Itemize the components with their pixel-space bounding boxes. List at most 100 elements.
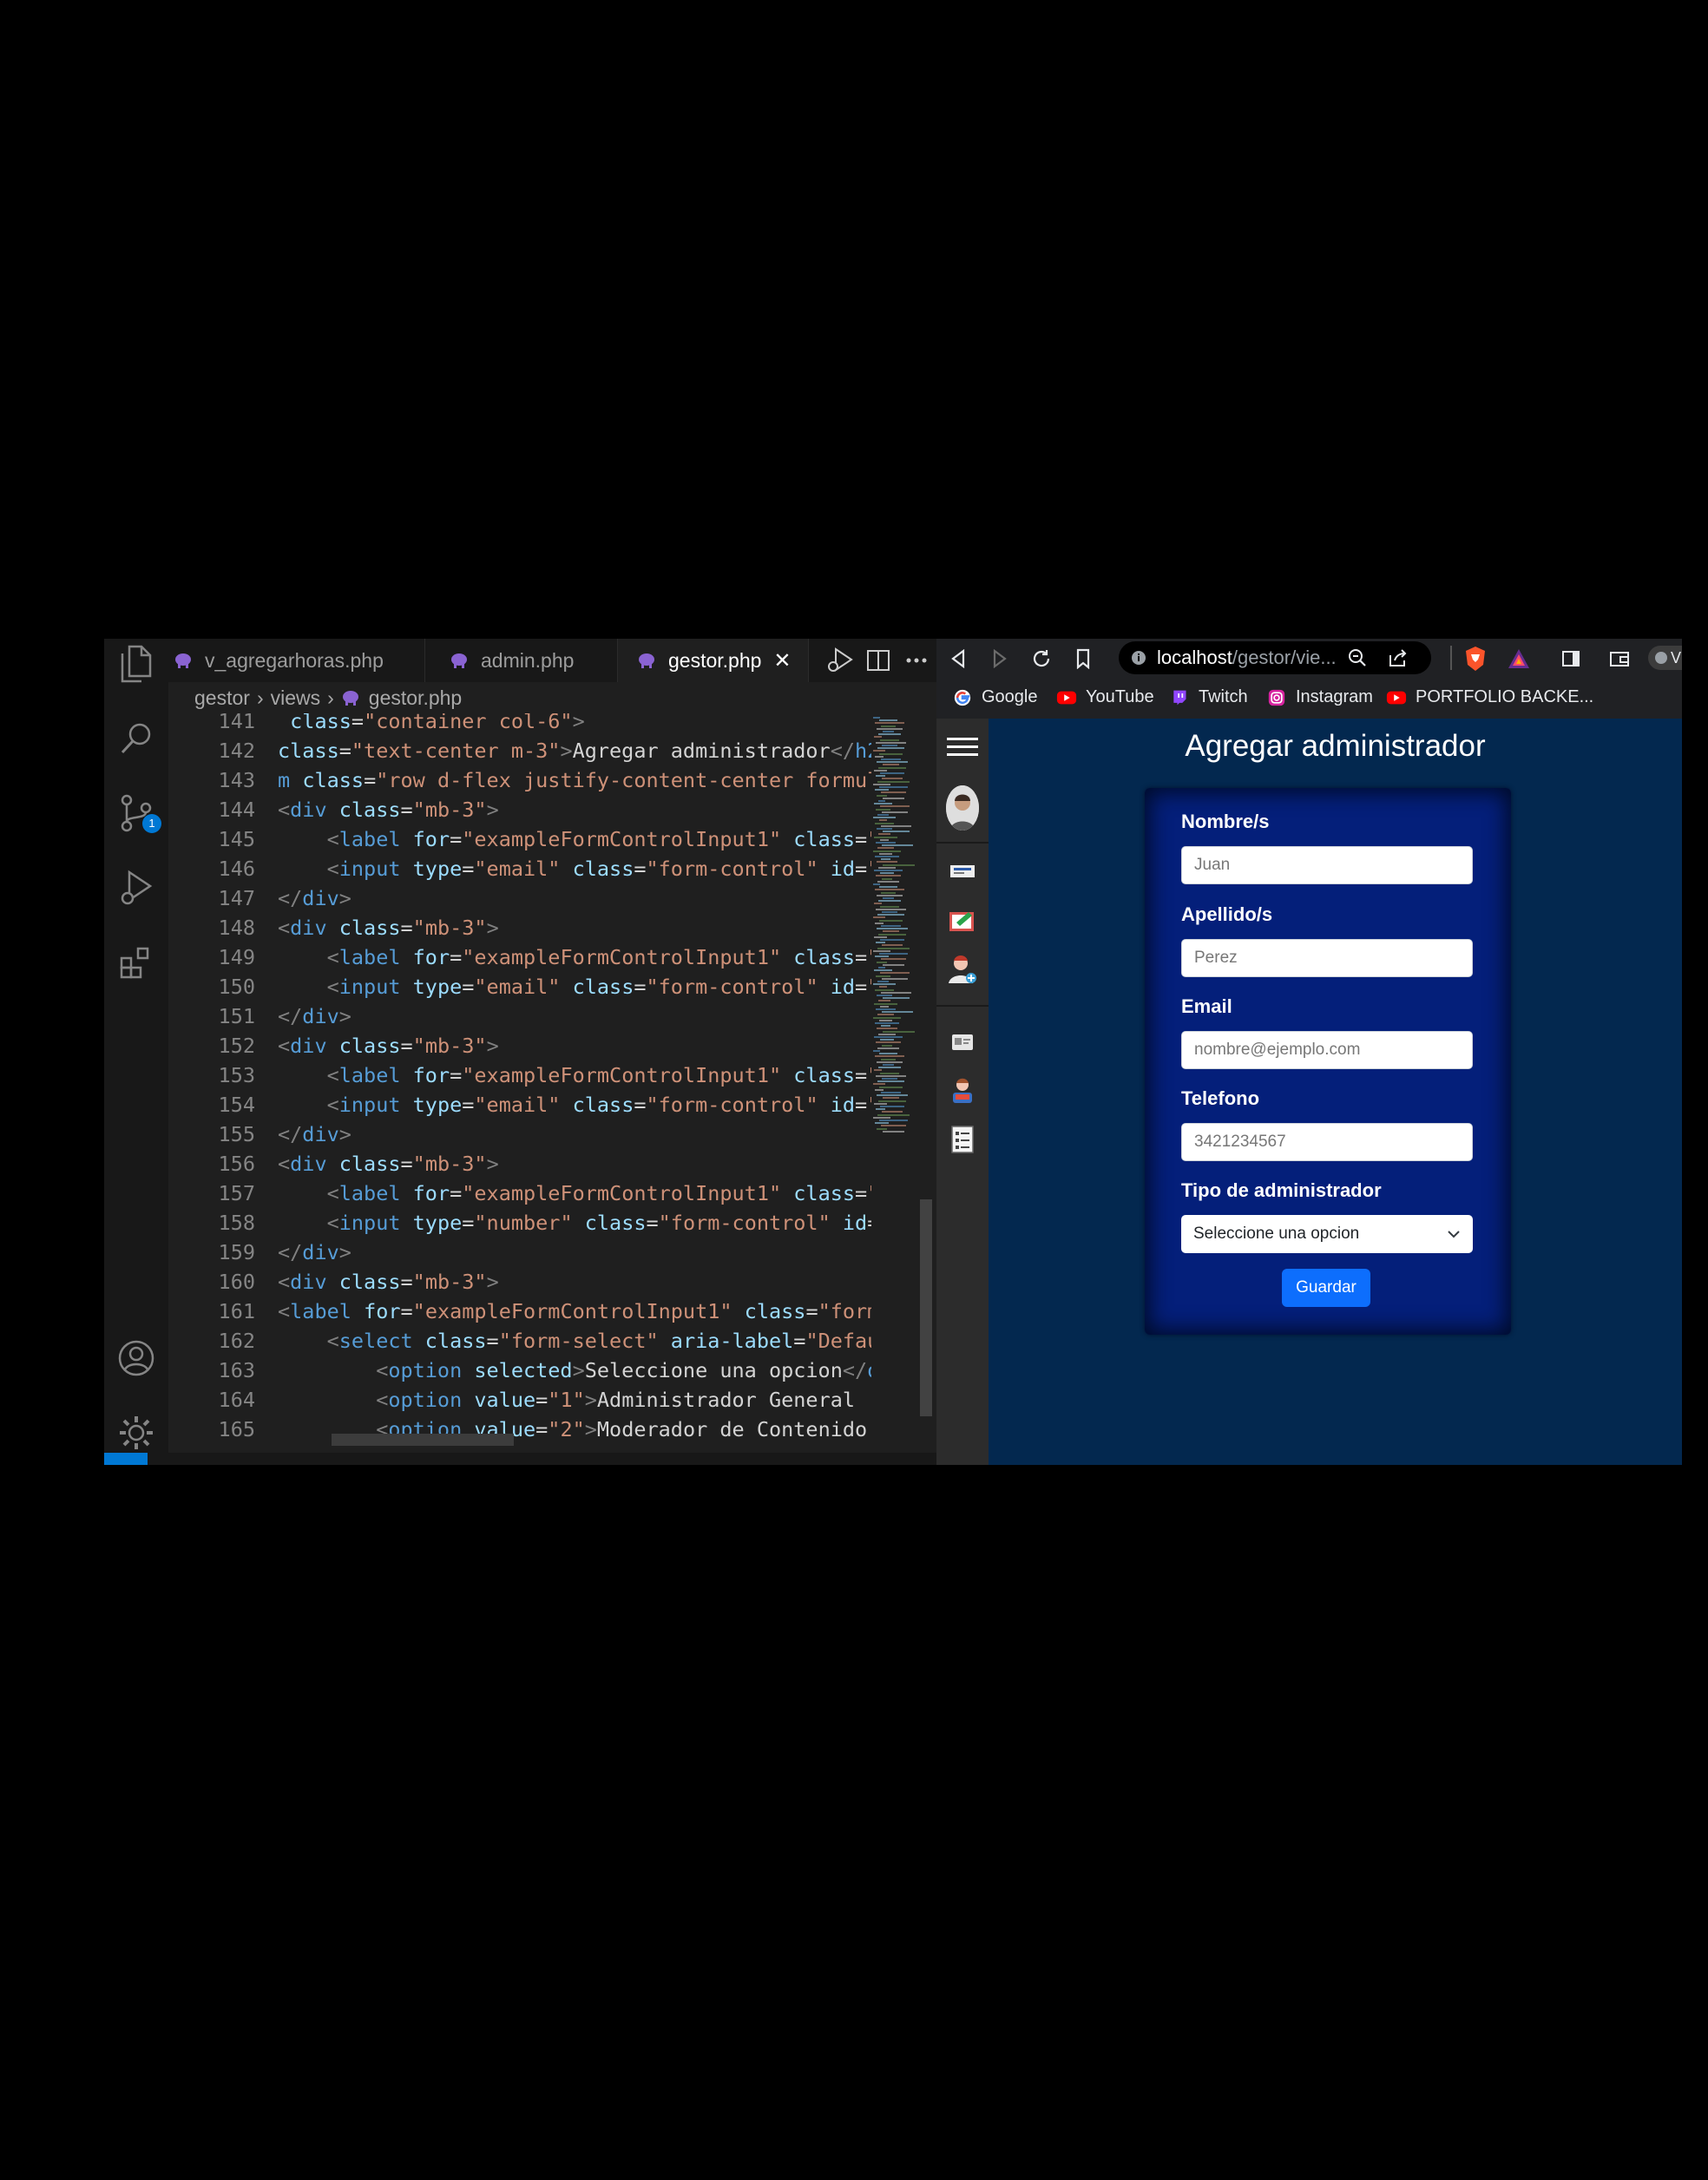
settings-gear-icon[interactable] <box>115 1411 158 1454</box>
code-line[interactable]: 165 <option value="2">Moderador de Conte… <box>168 1415 871 1444</box>
minimap-line <box>877 861 897 863</box>
code-token: "row d-flex justify-content-center formu… <box>376 768 871 792</box>
back-icon[interactable] <box>943 644 973 673</box>
code-token: type <box>412 1211 463 1235</box>
bookmark-google[interactable]: Google <box>952 687 1038 707</box>
code-line[interactable]: 148 <div class="mb-3"> <box>168 913 871 942</box>
scrollbar-thumb[interactable] <box>920 1199 932 1416</box>
code-line[interactable]: 149 <label for="exampleFormControlInput1… <box>168 942 871 972</box>
minimap-line <box>881 1092 901 1093</box>
extensions-icon[interactable] <box>115 941 158 984</box>
tab-v-agregarhoras[interactable]: v_agregarhoras.php <box>168 639 425 682</box>
list-document-icon[interactable] <box>944 1121 981 1158</box>
vertical-scrollbar[interactable] <box>916 713 934 1453</box>
save-button[interactable]: Guardar <box>1282 1269 1370 1307</box>
code-line[interactable]: 155 </div> <box>168 1120 871 1149</box>
vpn-button[interactable]: V <box>1648 646 1682 670</box>
code-token: id <box>842 1211 868 1235</box>
code-line[interactable]: 156 <div class="mb-3"> <box>168 1149 871 1179</box>
minimap-line <box>874 1002 897 1005</box>
code-token: < <box>326 857 339 881</box>
minimap-line <box>882 745 897 746</box>
horizontal-scrollbar[interactable] <box>332 1434 514 1446</box>
code-line[interactable]: 144 <div class="mb-3"> <box>168 795 871 824</box>
last-name-input[interactable] <box>1181 939 1473 977</box>
code-line[interactable]: 150 <input type="email" class="form-cont… <box>168 972 871 1001</box>
remote-indicator[interactable] <box>104 1453 148 1465</box>
admin-type-select[interactable]: Seleccione una opcion <box>1181 1215 1473 1253</box>
first-name-input[interactable] <box>1181 846 1473 884</box>
code-editor[interactable]: 141 class="container col-6"> 142 class="te… <box>168 713 871 1453</box>
bookmark-portfolio[interactable]: PORTFOLIO BACKE... <box>1386 687 1593 707</box>
brave-rewards-icon[interactable] <box>1504 644 1534 673</box>
minimap-line <box>874 1069 882 1072</box>
code-token: = <box>486 1329 499 1353</box>
avatar[interactable] <box>946 785 979 831</box>
code-line[interactable]: 146 <input type="email" class="form-cont… <box>168 854 871 883</box>
code-line[interactable]: 142 class="text-center m-3">Agregar admin… <box>168 736 871 765</box>
reload-icon[interactable] <box>1027 644 1056 673</box>
brave-shield-icon[interactable] <box>1461 644 1490 673</box>
account-icon[interactable] <box>115 1336 158 1380</box>
code-line[interactable]: 143 m class="row d-flex justify-content-c… <box>168 765 871 795</box>
code-line[interactable]: 151 </div> <box>168 1001 871 1031</box>
hamburger-menu-icon[interactable] <box>947 738 978 757</box>
tickets-icon[interactable] <box>944 854 981 890</box>
code-line[interactable]: 164 <option value="1">Administrador Gene… <box>168 1385 871 1415</box>
edit-book-icon[interactable] <box>944 903 981 939</box>
code-token: = <box>855 975 868 999</box>
code-line[interactable]: 162 <select class="form-select" aria-lab… <box>168 1326 871 1356</box>
split-editor-icon[interactable] <box>864 646 893 675</box>
source-control-icon[interactable]: 1 <box>115 791 161 835</box>
code-line[interactable]: 158 <input type="number" class="form-con… <box>168 1208 871 1238</box>
minimap-line <box>873 817 896 819</box>
tab-gestor[interactable]: gestor.php ✕ <box>618 639 809 682</box>
breadcrumb-item[interactable]: gestor <box>194 686 250 710</box>
forward-icon[interactable] <box>985 644 1015 673</box>
code-line[interactable]: 160 <div class="mb-3"> <box>168 1267 871 1297</box>
run-file-icon[interactable] <box>825 646 855 675</box>
code-line[interactable]: 153 <label for="exampleFormControlInput1… <box>168 1060 871 1090</box>
minimap[interactable] <box>871 713 916 1453</box>
code-line[interactable]: 152 <div class="mb-3"> <box>168 1031 871 1060</box>
close-tab-icon[interactable]: ✕ <box>773 648 791 673</box>
share-icon[interactable] <box>1388 648 1409 667</box>
address-bar[interactable]: localhost/gestor/vie... <box>1119 641 1431 674</box>
sidebar-toggle-icon[interactable] <box>1556 644 1586 673</box>
breadcrumb-item[interactable]: gestor.php <box>369 686 462 710</box>
code-token: input <box>338 1211 401 1235</box>
code-line[interactable]: 145 <label for="exampleFormControlInput1… <box>168 824 871 854</box>
minimap-line <box>877 914 904 916</box>
bookmark-instagram[interactable]: Instagram <box>1266 687 1373 707</box>
code-token: "2" <box>548 1417 585 1441</box>
bookmark-youtube[interactable]: YouTube <box>1056 687 1154 707</box>
phone-input[interactable] <box>1181 1123 1473 1161</box>
explorer-icon[interactable] <box>115 642 158 686</box>
minimap-line <box>876 775 885 778</box>
code-line[interactable]: 161 <label for="exampleFormControlInput1"… <box>168 1297 871 1326</box>
site-info-icon[interactable] <box>1131 650 1146 666</box>
code-token: = <box>400 798 413 822</box>
line-number: 141 <box>218 713 255 733</box>
teacher-icon[interactable] <box>944 1073 981 1109</box>
bookmark-twitch[interactable]: Twitch <box>1169 687 1248 707</box>
bookmark-icon[interactable] <box>1068 644 1098 673</box>
code-line[interactable]: 163 <option selected>Seleccione una opci… <box>168 1356 871 1385</box>
id-card-icon[interactable] <box>944 1024 981 1060</box>
zoom-icon[interactable] <box>1348 648 1367 667</box>
email-field[interactable] <box>1181 1031 1473 1069</box>
run-debug-icon[interactable] <box>115 866 158 909</box>
add-admin-icon[interactable] <box>944 951 981 988</box>
minimap-line <box>877 1094 908 1097</box>
tab-admin[interactable]: admin.php <box>425 639 618 682</box>
code-line[interactable]: 159 </div> <box>168 1238 871 1267</box>
code-line[interactable]: 147 </div> <box>168 883 871 913</box>
wallet-icon[interactable] <box>1605 644 1634 673</box>
code-line[interactable]: 141 class="container col-6"> <box>168 713 871 736</box>
code-line[interactable]: 154 <input type="email" class="form-cont… <box>168 1090 871 1120</box>
breadcrumb-item[interactable]: views <box>271 686 321 710</box>
search-icon[interactable] <box>115 717 158 760</box>
code-line[interactable]: 157 <label for="exampleFormControlInput1… <box>168 1179 871 1208</box>
more-actions-icon[interactable] <box>902 646 931 675</box>
